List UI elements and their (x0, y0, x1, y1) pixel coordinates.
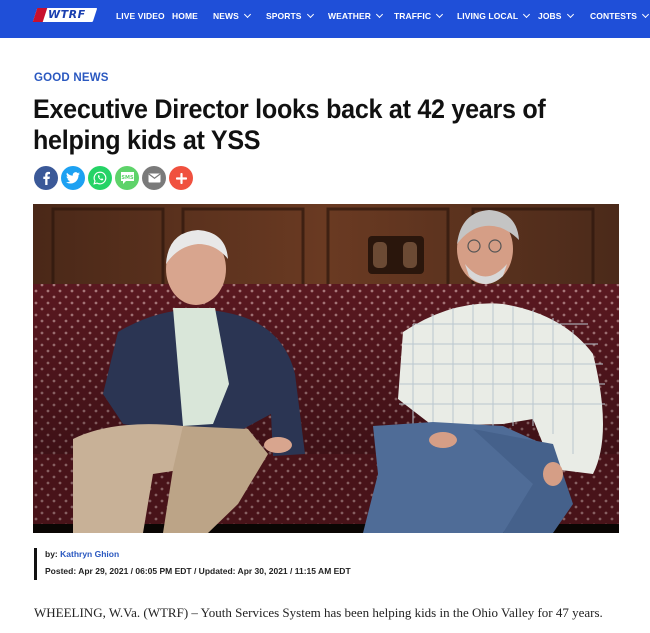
nav-item-contests[interactable]: CONTESTS (590, 10, 650, 21)
nav-item-live-video[interactable]: LIVE VIDEO (116, 11, 165, 21)
svg-text:SMS: SMS (121, 175, 134, 181)
nav-item-jobs[interactable]: JOBS (538, 10, 574, 21)
article-headline: Executive Director looks back at 42 year… (33, 94, 546, 155)
top-navigation-bar: WTRF LIVE VIDEO HOME NEWS SPORTS WEATHER… (0, 0, 650, 38)
chevron-down-icon (243, 10, 251, 19)
nav-label: SPORTS (266, 11, 302, 21)
byline-author-row: by: Kathryn Ghion (45, 548, 351, 561)
article-lede-paragraph: WHEELING, W.Va. (WTRF) – Youth Services … (34, 605, 603, 620)
chevron-down-icon (436, 10, 444, 19)
more-share-button[interactable] (169, 166, 193, 190)
nav-label: CONTESTS (590, 11, 638, 21)
nav-label: TRAFFIC (394, 11, 432, 21)
whatsapp-share-button[interactable] (88, 166, 112, 190)
nav-item-sports[interactable]: SPORTS (266, 10, 314, 21)
nav-label: WEATHER (328, 11, 372, 21)
sms-share-button[interactable]: SMS (115, 166, 139, 190)
chevron-down-icon (523, 10, 531, 19)
article-byline: by: Kathryn Ghion Posted: Apr 29, 2021 /… (34, 548, 351, 580)
chevron-down-icon (642, 10, 650, 19)
twitter-icon (66, 172, 80, 184)
facebook-share-button[interactable] (34, 166, 58, 190)
nav-item-home[interactable]: HOME (172, 11, 198, 21)
twitter-share-button[interactable] (61, 166, 85, 190)
article-category-link[interactable]: GOOD NEWS (34, 72, 109, 84)
nav-item-news[interactable]: NEWS (213, 10, 251, 21)
logo-text: WTRF (48, 8, 86, 21)
posted-timestamp: Posted: Apr 29, 2021 / 06:05 PM EDT / Up… (45, 566, 351, 576)
nav-label: HOME (172, 11, 198, 21)
nav-label: NEWS (213, 11, 239, 21)
sms-icon: SMS (120, 172, 134, 184)
nav-label: LIVE VIDEO (116, 11, 165, 21)
chevron-down-icon (566, 10, 574, 19)
chevron-down-icon (306, 10, 314, 19)
plus-icon (175, 172, 187, 184)
nav-item-traffic[interactable]: TRAFFIC (394, 10, 444, 21)
nav-label: JOBS (538, 11, 562, 21)
author-link[interactable]: Kathryn Ghion (60, 549, 119, 559)
nav-label: LIVING LOCAL (457, 11, 519, 21)
featured-video-image[interactable] (33, 204, 619, 533)
whatsapp-icon (93, 171, 107, 185)
email-share-button[interactable] (142, 166, 166, 190)
share-bar: SMS (34, 166, 196, 190)
byline-label: by: (45, 549, 58, 559)
photo-illustration (33, 204, 619, 533)
nav-item-living-local[interactable]: LIVING LOCAL (457, 10, 531, 21)
wtrf-logo[interactable]: WTRF (32, 8, 98, 22)
facebook-icon (43, 171, 50, 185)
nav-item-weather[interactable]: WEATHER (328, 10, 384, 21)
chevron-down-icon (376, 10, 384, 19)
email-icon (147, 173, 161, 183)
